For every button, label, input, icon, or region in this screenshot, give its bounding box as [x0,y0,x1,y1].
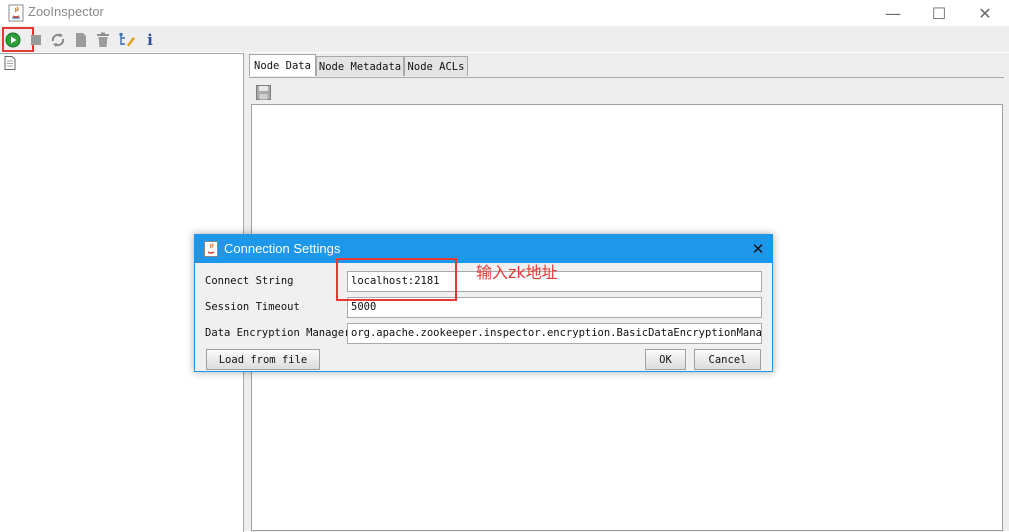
root-node-document-icon[interactable] [4,55,16,74]
save-icon [255,84,271,100]
tab-node-metadata[interactable]: Node Metadata [316,56,404,76]
cancel-button[interactable]: Cancel [694,349,761,370]
maximize-icon: ☐ [931,3,947,23]
dialog-close-button[interactable]: ✕ [748,239,768,259]
close-icon: ✕ [751,240,765,258]
tab-node-acls[interactable]: Node ACLs [404,56,468,76]
tab-node-data[interactable]: Node Data [249,54,316,76]
data-encryption-manager-label: Data Encryption Manager [205,327,351,339]
close-icon: ✕ [978,3,992,23]
connect-string-highlight-box [336,258,457,301]
title-bar [0,0,1009,26]
dialog-title: Connection Settings [224,241,341,256]
maximize-button[interactable]: ☐ [916,0,962,26]
dialog-java-icon [204,241,218,257]
delete-node-button[interactable] [93,30,113,50]
change-viewers-icon [119,33,135,47]
change-viewers-button[interactable] [117,30,137,50]
window-title: ZooInspector [28,4,104,19]
load-from-file-button[interactable]: Load from file [206,349,320,370]
connect-string-label: Connect String [205,275,294,287]
annotation-text: 输入zk地址 [476,263,558,282]
disconnect-button[interactable] [26,30,46,50]
close-window-button[interactable]: ✕ [962,0,1008,26]
delete-node-icon [97,32,109,47]
java-app-icon [8,4,24,22]
refresh-icon [51,33,65,47]
data-encryption-manager-input[interactable]: org.apache.zookeeper.inspector.encryptio… [347,323,762,344]
about-icon: i [147,31,153,49]
add-node-icon [76,33,86,47]
ok-button[interactable]: OK [645,349,686,370]
add-node-button[interactable] [71,30,91,50]
about-button[interactable]: i [140,30,160,50]
disconnect-icon [31,35,41,45]
session-timeout-label: Session Timeout [205,301,300,313]
refresh-button[interactable] [48,30,68,50]
minimize-button[interactable]: — [870,0,916,26]
save-button[interactable] [254,83,272,101]
minimize-icon: — [885,3,901,23]
